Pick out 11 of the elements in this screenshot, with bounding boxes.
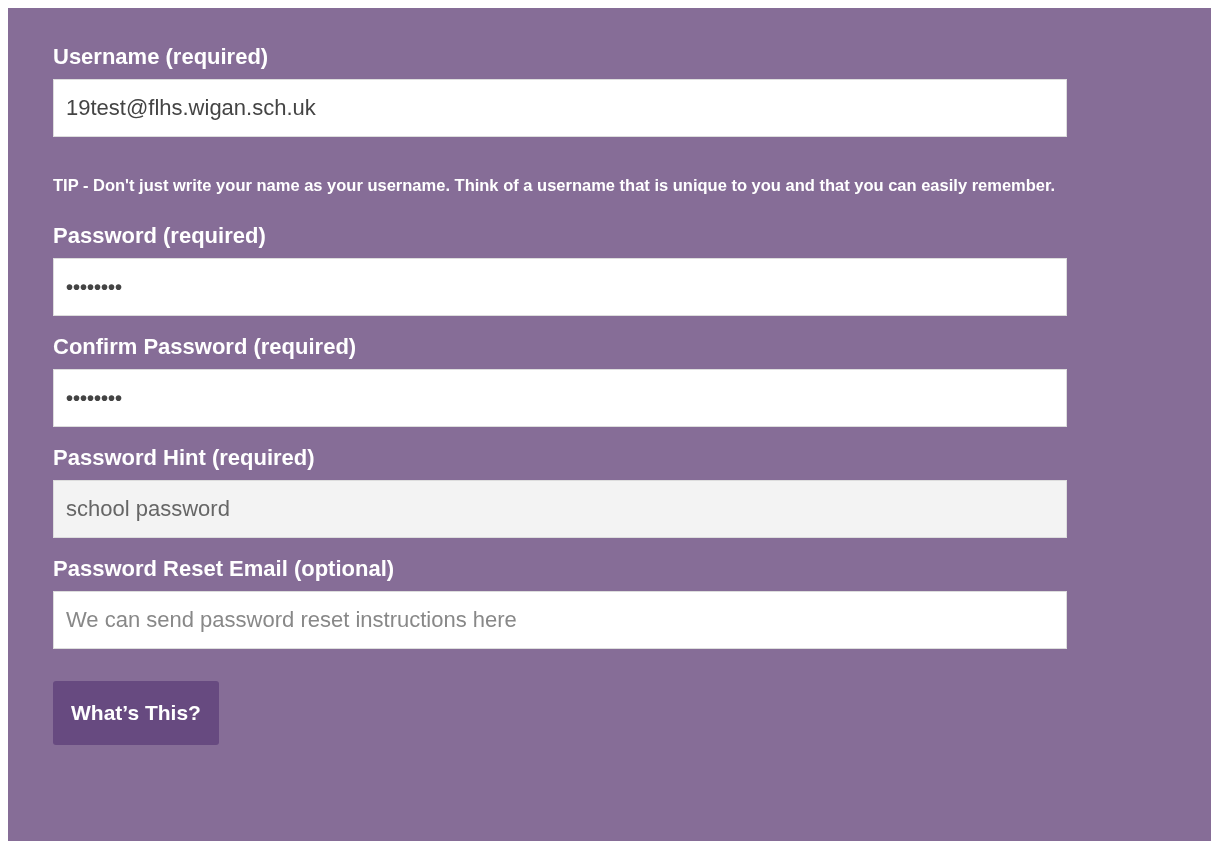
field-label: Password (required) (53, 223, 266, 249)
field-label: Password Reset Email (optional) (53, 556, 395, 582)
whats-this-button[interactable]: What’s This? (53, 681, 219, 745)
field-label: Password Hint (required) (53, 445, 315, 471)
tip-text: TIP - Don't just write your name as your username. Think of a username that is unique to you and that you can easily remember. (53, 175, 1057, 196)
field-label: Confirm Password (required) (53, 334, 357, 360)
password-field[interactable]: •••••••• (53, 258, 1067, 316)
field-label: Username (required) (53, 44, 269, 70)
password-field[interactable]: •••••••• (53, 369, 1067, 427)
input-field[interactable]: We can send password reset instructions here (53, 591, 1067, 649)
input-field[interactable]: 19test@flhs.wigan.sch.uk (53, 79, 1067, 137)
